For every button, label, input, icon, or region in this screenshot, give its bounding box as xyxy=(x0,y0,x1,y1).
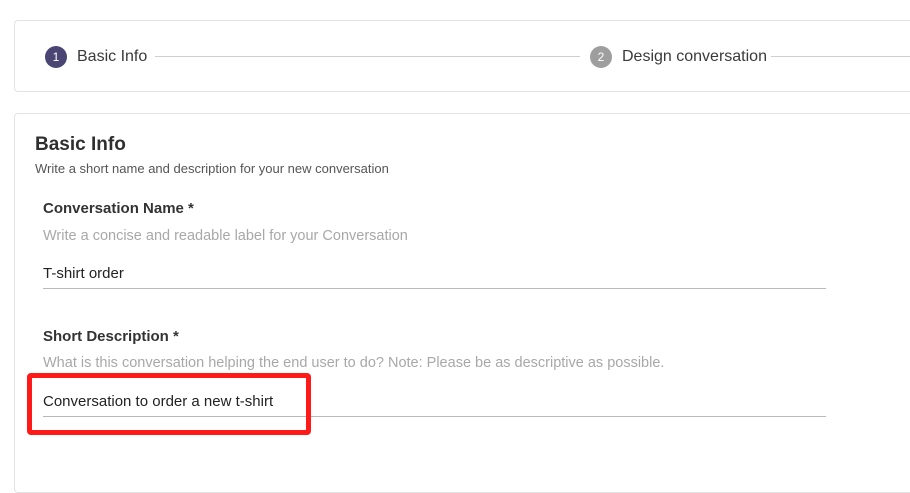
stepper: 1 Basic Info 2 Design conversation xyxy=(14,20,910,92)
step-basic-info[interactable]: 1 Basic Info xyxy=(45,45,147,69)
conversation-name-help: Write a concise and readable label for y… xyxy=(43,228,408,244)
step-connector-line xyxy=(771,56,910,57)
short-description-help: What is this conversation helping the en… xyxy=(43,355,665,371)
section-title: Basic Info xyxy=(35,134,126,155)
step-number-badge-1: 1 xyxy=(45,46,67,68)
basic-info-form: Basic Info Write a short name and descri… xyxy=(14,113,910,493)
conversation-name-label: Conversation Name * xyxy=(43,200,194,217)
conversation-name-input[interactable] xyxy=(43,259,826,289)
step-label-design-conversation: Design conversation xyxy=(622,48,767,65)
step-number-badge-2: 2 xyxy=(590,46,612,68)
section-subtitle: Write a short name and description for y… xyxy=(35,161,389,176)
step-label-basic-info: Basic Info xyxy=(77,48,148,65)
short-description-input[interactable] xyxy=(43,387,826,417)
short-description-label: Short Description * xyxy=(43,328,179,345)
step-connector-line xyxy=(155,56,580,57)
step-design-conversation[interactable]: 2 Design conversation xyxy=(590,45,767,69)
